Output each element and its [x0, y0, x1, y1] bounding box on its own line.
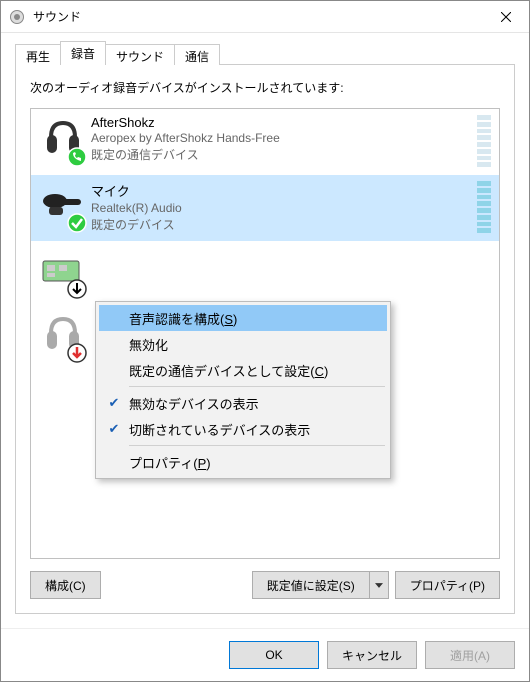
tab-playback[interactable]: 再生 — [15, 44, 61, 65]
level-meter — [477, 181, 491, 233]
menu-label: 無効なデバイスの表示 — [129, 394, 259, 413]
menu-label: 切断されているデバイスの表示 — [129, 420, 310, 439]
panel-button-row: 構成(C) 既定値に設定(S) プロパティ(P) — [30, 571, 500, 599]
down-arrow-icon — [67, 279, 87, 299]
menu-label: プロパティ(P) — [129, 453, 211, 472]
window-title: サウンド — [33, 8, 483, 25]
apply-button[interactable]: 適用(A) — [425, 641, 515, 669]
check-icon: ✔ — [105, 394, 123, 412]
menu-label: 既定の通信デバイスとして設定(C) — [129, 361, 328, 380]
device-item[interactable]: AfterShokz Aeropex by AfterShokz Hands-F… — [31, 109, 499, 175]
menu-item-disable[interactable]: 無効化 — [99, 331, 387, 357]
menu-separator — [129, 386, 385, 387]
titlebar: サウンド — [1, 1, 529, 33]
app-icon — [9, 9, 25, 25]
device-desc: Aeropex by AfterShokz Hands-Free — [91, 131, 471, 145]
panel-description: 次のオーディオ録音デバイスがインストールされています: — [30, 79, 500, 96]
menu-item-configure-speech[interactable]: 音声認識を構成(S) — [99, 305, 387, 331]
dialog-content: 再生 録音 サウンド 通信 次のオーディオ録音デバイスがインストールされています… — [1, 33, 529, 628]
level-meter — [477, 115, 491, 167]
badge-check-icon — [67, 213, 87, 233]
menu-label: 音声認識を構成(S) — [129, 309, 237, 328]
ok-button[interactable]: OK — [229, 641, 319, 669]
device-context-menu: 音声認識を構成(S) 無効化 既定の通信デバイスとして設定(C) ✔ 無効なデバ… — [95, 301, 391, 479]
menu-label: 無効化 — [129, 335, 168, 354]
menu-item-set-default-comm[interactable]: 既定の通信デバイスとして設定(C) — [99, 357, 387, 383]
device-item[interactable] — [31, 241, 499, 305]
device-status: 既定のデバイス — [91, 216, 471, 233]
set-default-split-button: 既定値に設定(S) — [252, 571, 389, 599]
set-default-button[interactable]: 既定値に設定(S) — [252, 571, 369, 599]
menu-item-properties[interactable]: プロパティ(P) — [99, 449, 387, 475]
menu-item-show-disabled[interactable]: ✔ 無効なデバイスの表示 — [99, 390, 387, 416]
dialog-footer: OK キャンセル 適用(A) — [1, 628, 529, 681]
device-name: マイク — [91, 181, 471, 200]
configure-button[interactable]: 構成(C) — [30, 571, 101, 599]
device-text: マイク Realtek(R) Audio 既定のデバイス — [87, 181, 471, 233]
device-text: AfterShokz Aeropex by AfterShokz Hands-F… — [87, 115, 471, 163]
menu-separator — [129, 445, 385, 446]
close-button[interactable] — [483, 1, 529, 33]
cancel-button[interactable]: キャンセル — [327, 641, 417, 669]
device-icon — [39, 115, 87, 167]
device-icon — [39, 181, 87, 233]
device-desc: Realtek(R) Audio — [91, 201, 471, 215]
device-icon — [39, 247, 87, 299]
device-name: AfterShokz — [91, 115, 471, 130]
device-status: 既定の通信デバイス — [91, 146, 471, 163]
check-icon: ✔ — [105, 420, 123, 438]
tab-communications[interactable]: 通信 — [174, 44, 220, 65]
down-arrow-red-icon — [67, 343, 87, 363]
menu-item-show-disconnected[interactable]: ✔ 切断されているデバイスの表示 — [99, 416, 387, 442]
badge-phone-icon — [67, 147, 87, 167]
properties-button[interactable]: プロパティ(P) — [395, 571, 500, 599]
sound-dialog: サウンド 再生 録音 サウンド 通信 次のオーディオ録音デバイスがインストールさ… — [0, 0, 530, 682]
set-default-dropdown[interactable] — [369, 571, 389, 599]
tab-sounds[interactable]: サウンド — [105, 44, 175, 65]
tab-strip: 再生 録音 サウンド 通信 — [15, 41, 515, 65]
tab-recording[interactable]: 録音 — [60, 41, 106, 65]
device-item[interactable]: マイク Realtek(R) Audio 既定のデバイス — [31, 175, 499, 241]
device-icon — [39, 311, 87, 363]
